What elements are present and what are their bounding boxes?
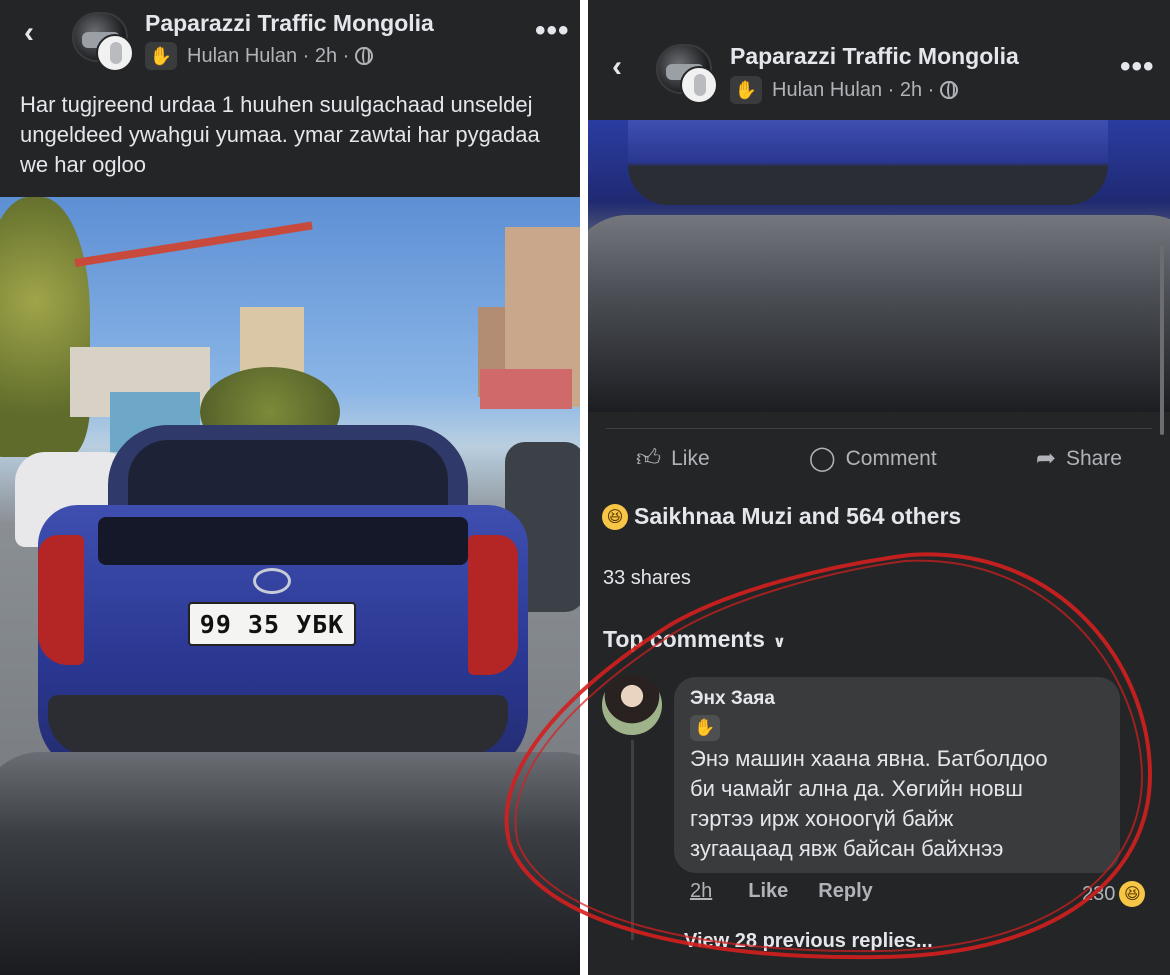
- share-arrow-icon: ➦: [1035, 445, 1056, 472]
- share-button[interactable]: ➦ Share: [1036, 444, 1122, 473]
- back-chevron-icon[interactable]: ‹: [24, 16, 34, 50]
- comment-text: Энэ машин хаана явна. Батболдоо би чамай…: [690, 746, 1048, 861]
- top-comments-sort[interactable]: Top comments ∨: [603, 626, 786, 653]
- post-actions: 👍︎ Like ◯ Comment ➦ Share: [606, 428, 1152, 488]
- taillight: [38, 535, 84, 665]
- crane: [74, 221, 313, 267]
- comment-button[interactable]: ◯ Comment: [809, 444, 937, 473]
- dashboard: [0, 752, 580, 975]
- rear-bumper: [628, 120, 1108, 205]
- post-text: Har tugjreend urdaa 1 huuhen suulgachaad…: [20, 92, 540, 177]
- page-name[interactable]: Paparazzi Traffic Mongolia: [730, 43, 1019, 70]
- more-horizontal-icon[interactable]: •••: [535, 14, 570, 48]
- author-name[interactable]: Hulan Hulan: [187, 45, 297, 68]
- commenter-avatar[interactable]: [602, 675, 662, 735]
- thumbs-up-icon: 👍︎: [636, 444, 662, 472]
- laughing-emoji-icon: 😆︎: [602, 503, 628, 530]
- page-avatar[interactable]: [72, 12, 134, 72]
- waving-hand-icon: ✋: [730, 76, 762, 104]
- globe-icon: [355, 47, 374, 65]
- laughing-emoji-icon: 😆︎: [1119, 881, 1146, 907]
- license-plate: 99 35 УБК: [188, 602, 356, 646]
- post-time[interactable]: 2h: [900, 79, 922, 102]
- taillight: [468, 535, 518, 675]
- globe-icon: [940, 81, 959, 99]
- comment-reaction-count[interactable]: 230 😆︎: [1082, 881, 1146, 907]
- page-avatar[interactable]: [656, 44, 718, 104]
- car-logo: [253, 568, 291, 594]
- comment-time[interactable]: 2h: [690, 880, 712, 903]
- more-horizontal-icon[interactable]: •••: [1120, 50, 1155, 84]
- reactions-summary[interactable]: 😆︎ Saikhnaa Muzi and 564 others: [602, 503, 961, 530]
- left-post-screenshot: ‹ Paparazzi Traffic Mongolia ✋ Hulan Hul…: [0, 0, 580, 975]
- author-name[interactable]: Hulan Hulan: [772, 79, 882, 102]
- comment-meta: 2h Like Reply: [690, 880, 873, 903]
- speech-bubble-icon: ◯: [808, 445, 836, 472]
- comment-like-button[interactable]: Like: [748, 880, 788, 903]
- post-time[interactable]: 2h: [315, 45, 337, 68]
- thread-line: [631, 740, 634, 940]
- scrollbar[interactable]: [1160, 245, 1164, 435]
- tree: [0, 197, 90, 457]
- post-photo-crop[interactable]: [588, 120, 1170, 412]
- post-meta: ✋ Hulan Hulan · 2h ·: [145, 42, 374, 70]
- blue-car: 99 35 УБК: [38, 425, 528, 805]
- view-previous-replies-link[interactable]: View 28 previous replies...: [684, 930, 933, 953]
- billboard: [480, 369, 572, 409]
- author-avatar: [680, 66, 718, 104]
- waving-hand-icon: ✋: [690, 715, 720, 741]
- chevron-down-icon: ∨: [772, 634, 786, 651]
- page-name[interactable]: Paparazzi Traffic Mongolia: [145, 10, 434, 37]
- commenter-name[interactable]: Энх Заяа: [690, 688, 775, 710]
- shares-count[interactable]: 33 shares: [603, 567, 691, 590]
- dashboard: [588, 215, 1170, 412]
- post-meta: ✋ Hulan Hulan · 2h ·: [730, 76, 959, 104]
- like-button[interactable]: 👍︎ Like: [636, 445, 710, 473]
- rear-bumper: [48, 695, 508, 755]
- right-post-screenshot: ‹ Paparazzi Traffic Mongolia ✋ Hulan Hul…: [588, 0, 1170, 975]
- comment-reply-button[interactable]: Reply: [818, 880, 872, 903]
- post-photo[interactable]: 99 35 УБК: [0, 197, 580, 975]
- author-avatar: [96, 34, 134, 72]
- waving-hand-icon: ✋: [145, 42, 177, 70]
- back-chevron-icon[interactable]: ‹: [612, 50, 622, 84]
